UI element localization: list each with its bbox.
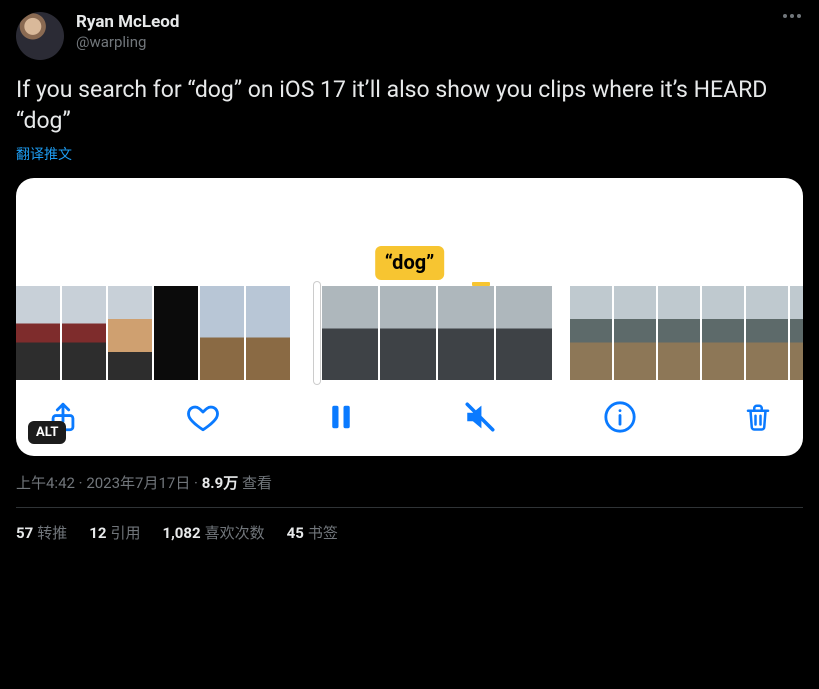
- clip-frame: [154, 286, 198, 380]
- author-block: Ryan McLeod @warpling: [76, 12, 179, 52]
- clip-frame: [16, 286, 60, 380]
- pause-icon[interactable]: [326, 400, 356, 434]
- media-caption-area: “dog”: [16, 178, 803, 286]
- more-icon[interactable]: [783, 14, 801, 18]
- clip-frame: [438, 286, 494, 380]
- likes-stat[interactable]: 1,082喜欢次数: [162, 522, 264, 543]
- clip-group-active[interactable]: [308, 286, 552, 380]
- views-label: 查看: [238, 474, 272, 492]
- info-icon[interactable]: [603, 400, 637, 434]
- playhead[interactable]: [314, 282, 320, 384]
- clip-frame: [790, 286, 803, 380]
- tweet-time[interactable]: 上午4:42: [16, 474, 75, 492]
- clip-frame: [746, 286, 788, 380]
- divider: [16, 507, 803, 508]
- clip-frame: [322, 286, 378, 380]
- tweet-stats: 57转推 12引用 1,082喜欢次数 45书签: [16, 522, 803, 543]
- clip-frame: [496, 286, 552, 380]
- retweets-stat[interactable]: 57转推: [16, 522, 67, 543]
- clip-frame: [614, 286, 656, 380]
- author-name[interactable]: Ryan McLeod: [76, 12, 179, 33]
- alt-badge[interactable]: ALT: [28, 421, 66, 444]
- caption-pill: “dog”: [375, 246, 445, 280]
- video-timeline[interactable]: [16, 286, 803, 380]
- clip-frame: [570, 286, 612, 380]
- clip-frame: [658, 286, 700, 380]
- trash-icon[interactable]: [743, 400, 773, 434]
- clip-frame: [702, 286, 744, 380]
- tweet-date[interactable]: 2023年7月17日: [86, 474, 190, 492]
- clip-frame: [62, 286, 106, 380]
- quotes-stat[interactable]: 12引用: [89, 522, 140, 543]
- clip-frame: [108, 286, 152, 380]
- views-count[interactable]: 8.9万: [202, 474, 239, 492]
- tweet-meta: 上午4:42 · 2023年7月17日 · 8.9万 查看: [16, 472, 803, 493]
- heart-icon[interactable]: [186, 400, 220, 434]
- mute-icon[interactable]: [463, 400, 497, 434]
- bookmarks-stat[interactable]: 45书签: [287, 522, 338, 543]
- author-handle[interactable]: @warpling: [76, 33, 179, 52]
- tweet-text: If you search for “dog” on iOS 17 it’ll …: [16, 74, 803, 136]
- clip-frame: [246, 286, 290, 380]
- tweet-header: Ryan McLeod @warpling: [16, 12, 803, 60]
- tweet: Ryan McLeod @warpling If you search for …: [0, 0, 819, 555]
- clip-frame: [380, 286, 436, 380]
- media-card[interactable]: “dog”: [16, 178, 803, 456]
- clip-group[interactable]: [16, 286, 290, 380]
- media-toolbar: [16, 380, 803, 456]
- translate-link[interactable]: 翻译推文: [16, 144, 803, 164]
- clip-frame: [200, 286, 244, 380]
- avatar[interactable]: [16, 12, 64, 60]
- clip-group[interactable]: [570, 286, 803, 380]
